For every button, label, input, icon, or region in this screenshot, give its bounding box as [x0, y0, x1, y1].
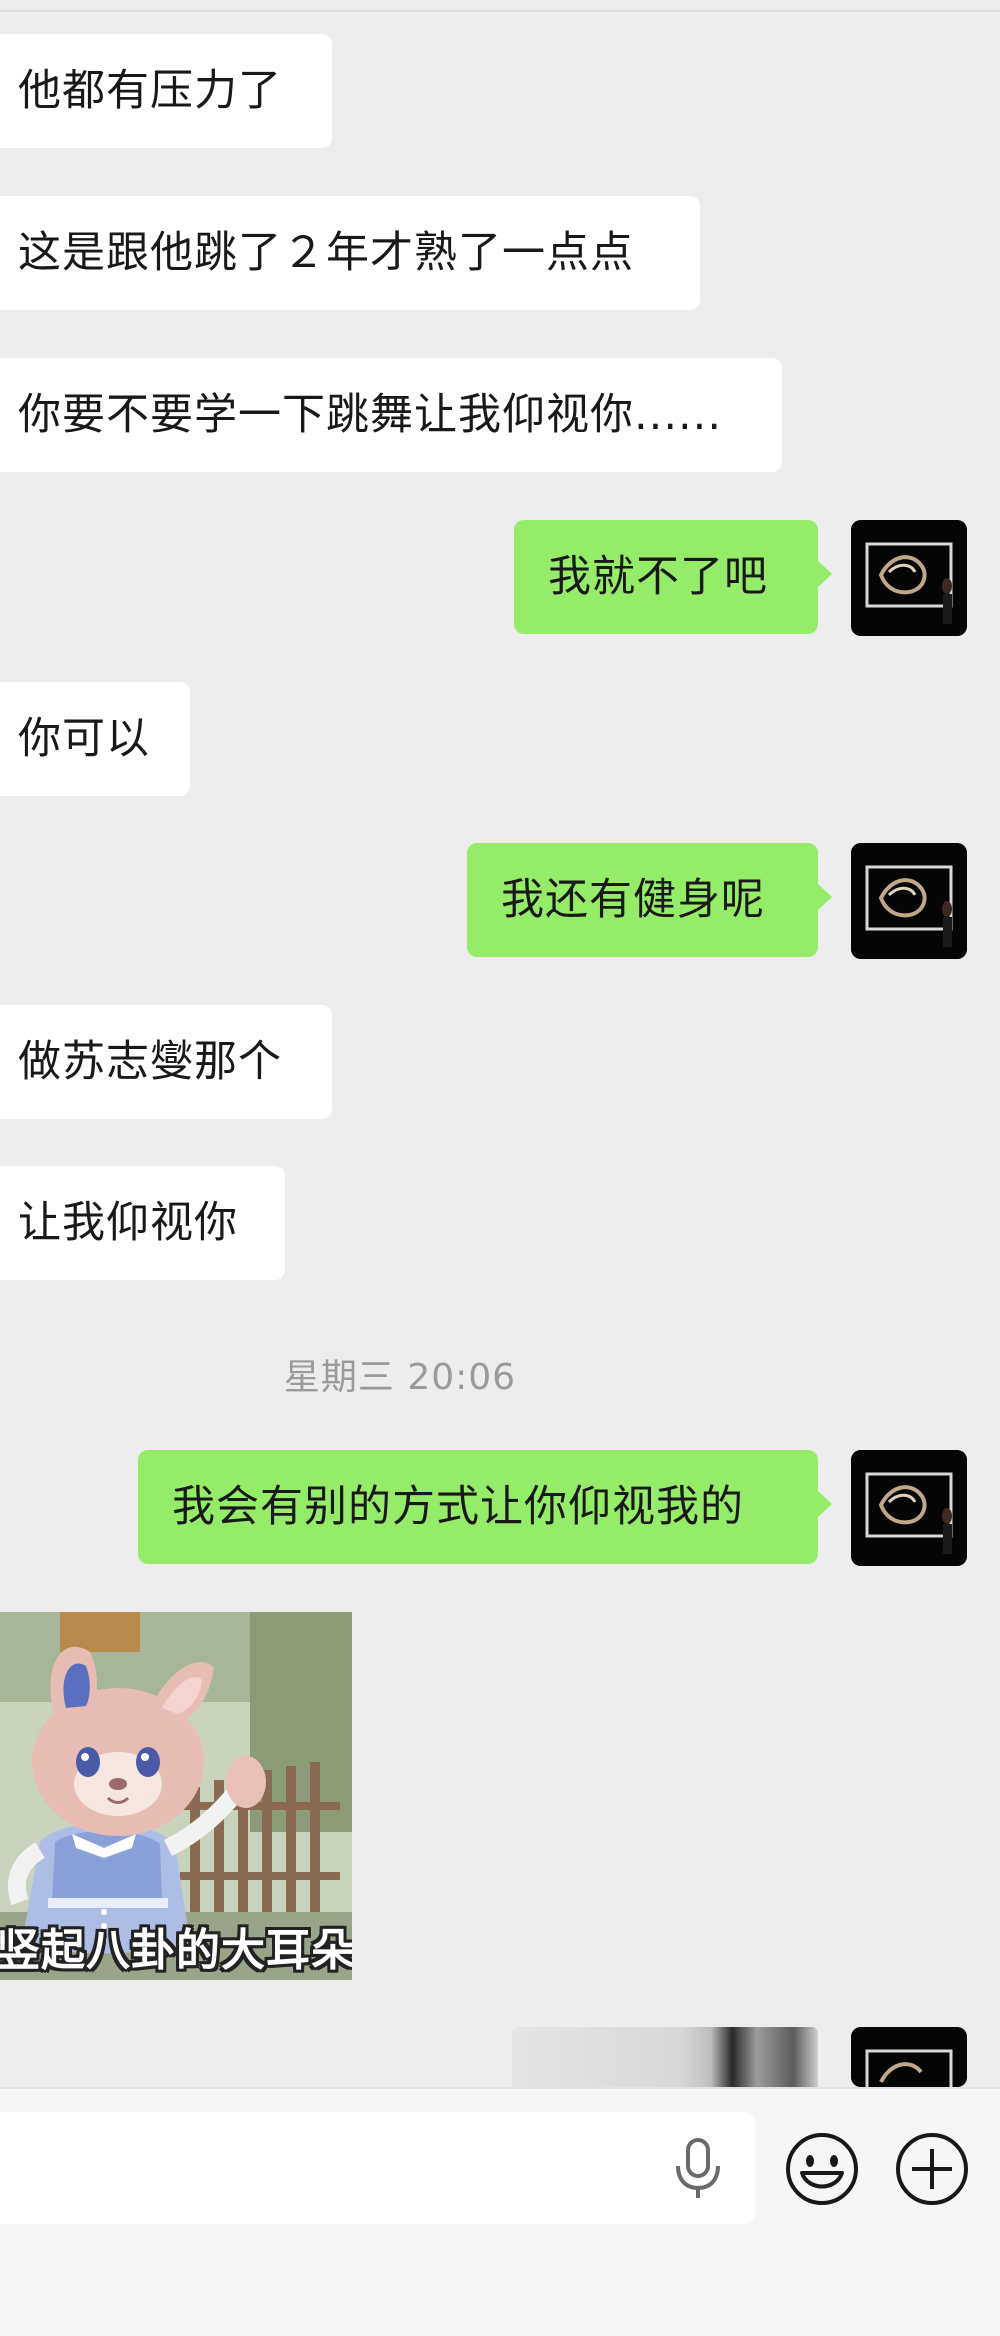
avatar-image	[851, 1450, 967, 1566]
message-text: 这是跟他跳了２年才熟了一点点	[18, 228, 634, 278]
outgoing-image-message[interactable]	[512, 2027, 818, 2087]
user-avatar[interactable]	[851, 520, 967, 636]
message-text: 我会有别的方式让你仰视我的	[172, 1482, 744, 1532]
user-avatar[interactable]	[851, 843, 967, 959]
message-text: 我还有健身呢	[501, 875, 765, 925]
sticker-message[interactable]: 竖起八卦的大耳朵	[0, 1612, 352, 1980]
incoming-message-bubble[interactable]: 你要不要学一下跳舞让我仰视你......	[0, 358, 782, 472]
message-text: 我就不了吧	[548, 552, 768, 602]
outgoing-message-bubble[interactable]: 我还有健身呢	[467, 843, 832, 957]
message-text: 做苏志燮那个	[18, 1037, 282, 1087]
incoming-message-bubble[interactable]: 做苏志燮那个	[0, 1005, 332, 1119]
input-bar	[0, 2087, 1000, 2336]
outgoing-message-bubble[interactable]: 我会有别的方式让你仰视我的	[138, 1450, 832, 1564]
user-avatar[interactable]	[851, 2027, 967, 2087]
avatar-image	[851, 2027, 967, 2087]
message-input[interactable]	[0, 2112, 755, 2224]
user-avatar[interactable]	[851, 1450, 967, 1566]
outgoing-message-bubble[interactable]: 我就不了吧	[514, 520, 832, 634]
message-text: 你可以	[18, 714, 150, 764]
avatar-image	[851, 843, 967, 959]
incoming-message-bubble[interactable]: 你可以	[0, 682, 190, 796]
plus-icon[interactable]	[894, 2131, 970, 2207]
avatar-image	[851, 520, 967, 636]
message-text: 让我仰视你	[18, 1198, 238, 1248]
emoji-icon[interactable]	[784, 2131, 860, 2207]
microphone-icon[interactable]	[668, 2136, 728, 2200]
incoming-message-bubble[interactable]: 这是跟他跳了２年才熟了一点点	[0, 196, 700, 310]
sticker-caption: 竖起八卦的大耳朵	[0, 1925, 352, 1976]
chat-screen: 他都有压力了 这是跟他跳了２年才熟了一点点 你要不要学一下跳舞让我仰视你....…	[0, 0, 1000, 2336]
timestamp-divider: 星期三 20:06	[283, 1357, 517, 1398]
message-text: 他都有压力了	[18, 66, 282, 116]
incoming-message-bubble[interactable]: 他都有压力了	[0, 34, 332, 148]
incoming-message-bubble[interactable]: 让我仰视你	[0, 1166, 285, 1280]
top-divider	[0, 10, 1000, 12]
message-text: 你要不要学一下跳舞让我仰视你......	[18, 390, 723, 440]
